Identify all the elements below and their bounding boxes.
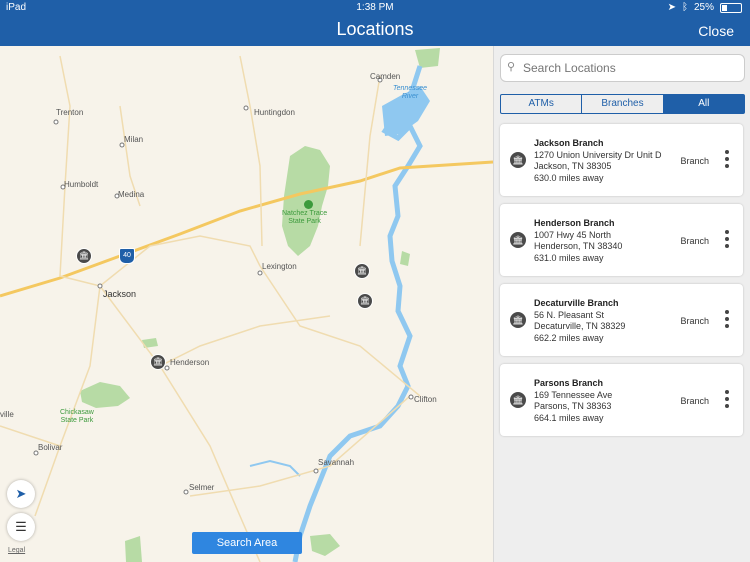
- small-park-3: [125, 536, 142, 562]
- page-title: Locations: [336, 19, 414, 39]
- location-address2: Henderson, TN 38340: [534, 241, 623, 251]
- location-address1: 1007 Hwy 45 North: [534, 230, 612, 240]
- small-park-5: [415, 48, 440, 68]
- tennessee-river: [292, 65, 423, 562]
- filter-all-tab[interactable]: All: [663, 95, 744, 113]
- map-label-chickasaw: Chickasaw State Park: [60, 409, 94, 424]
- location-address2: Parsons, TN 38363: [534, 401, 612, 411]
- location-address2: Decaturville, TN 38329: [534, 321, 626, 331]
- map-label-huntingdon: Huntingdon: [254, 108, 295, 117]
- location-type: Branch: [680, 396, 709, 406]
- map-label-medina: Medina: [118, 190, 145, 199]
- location-distance: 631.0 miles away: [534, 253, 604, 263]
- status-time: 1:38 PM: [356, 2, 394, 13]
- bank-icon: 🏛: [510, 232, 526, 248]
- location-type: Branch: [680, 236, 709, 246]
- list-icon: ☰: [15, 519, 27, 534]
- map-label-lexington: Lexington: [262, 262, 297, 271]
- location-arrow-icon: ➤: [15, 486, 27, 501]
- location-type: Branch: [680, 316, 709, 326]
- locations-panel: ⚲ ATMs Branches All 🏛 Jackson Branch 127…: [493, 46, 750, 562]
- chickasaw-park-area: [80, 382, 130, 408]
- location-address1: 169 Tennessee Ave: [534, 390, 613, 400]
- location-distance: 664.1 miles away: [534, 413, 604, 423]
- bluetooth-icon: ᛒ: [681, 2, 688, 13]
- nav-bar: Locations Close: [0, 16, 750, 46]
- map-label-natchez: Natchez Trace State Park: [282, 210, 328, 225]
- location-type: Branch: [680, 156, 709, 166]
- map-label-savannah: Savannah: [318, 458, 355, 467]
- park-marker-icon: [304, 200, 313, 209]
- location-card[interactable]: 🏛 Henderson Branch 1007 Hwy 45 North Hen…: [500, 204, 743, 276]
- location-card[interactable]: 🏛 Jackson Branch 1270 Union University D…: [500, 124, 743, 196]
- search-input[interactable]: [521, 58, 740, 78]
- more-options-icon[interactable]: [725, 390, 729, 411]
- close-button[interactable]: Close: [698, 23, 734, 39]
- search-box[interactable]: ⚲: [500, 54, 745, 82]
- map-label-humboldt: Humboldt: [64, 180, 99, 189]
- status-right: ➤ ᛒ 25%: [668, 2, 742, 13]
- map-label-tennessee-river: Tennessee River: [393, 85, 427, 100]
- location-name: Decaturville Branch: [534, 298, 619, 308]
- location-name: Jackson Branch: [534, 138, 604, 148]
- map-label-henderson: Henderson: [170, 358, 210, 367]
- current-location-button[interactable]: ➤: [7, 480, 35, 508]
- filter-branches-tab[interactable]: Branches: [582, 95, 664, 113]
- bank-icon: 🏛: [510, 312, 526, 328]
- filter-atms-tab[interactable]: ATMs: [501, 95, 583, 113]
- status-bar: iPad 1:38 PM ➤ ᛒ 25%: [0, 0, 750, 16]
- battery-percent: 25%: [693, 2, 714, 13]
- small-park-4: [310, 534, 340, 556]
- map-label-bolivar: Bolivar: [38, 443, 63, 452]
- more-options-icon[interactable]: [725, 310, 729, 331]
- interstate-shield-icon: 40: [119, 248, 135, 264]
- bank-pin-icon[interactable]: 🏛: [357, 293, 373, 309]
- location-card[interactable]: 🏛 Decaturville Branch 56 N. Pleasant St …: [500, 284, 743, 356]
- legal-link[interactable]: Legal: [8, 547, 25, 554]
- map-label-trenton: Trenton: [56, 108, 84, 117]
- river-lower: [249, 459, 301, 477]
- location-name: Henderson Branch: [534, 218, 615, 228]
- location-address2: Jackson, TN 38305: [534, 161, 612, 171]
- small-park-2: [400, 251, 410, 266]
- map-view[interactable]: Camden Tennessee River Trenton Huntingdon…: [0, 46, 493, 562]
- location-distance: 630.0 miles away: [534, 173, 604, 183]
- map-label-milan: Milan: [124, 135, 144, 144]
- search-area-button[interactable]: Search Area: [192, 532, 302, 554]
- bank-pin-icon[interactable]: 🏛: [76, 248, 92, 264]
- more-options-icon[interactable]: [725, 230, 729, 251]
- map-label-ville: ville: [0, 410, 14, 419]
- location-card[interactable]: 🏛 Parsons Branch 169 Tennessee Ave Parso…: [500, 364, 743, 436]
- small-park-1: [142, 338, 158, 348]
- location-address1: 1270 Union University Dr Unit D: [534, 150, 662, 160]
- map-label-clifton: Clifton: [414, 395, 437, 404]
- location-arrow-icon: ➤: [667, 2, 676, 13]
- bank-icon: 🏛: [510, 392, 526, 408]
- location-distance: 662.2 miles away: [534, 333, 604, 343]
- location-name: Parsons Branch: [534, 378, 604, 388]
- map-label-selmer: Selmer: [189, 483, 215, 492]
- search-icon: ⚲: [507, 61, 516, 73]
- interstate-number: 40: [123, 252, 131, 259]
- more-options-icon[interactable]: [725, 150, 729, 171]
- map-canvas: [0, 48, 493, 562]
- list-view-button[interactable]: ☰: [7, 513, 35, 541]
- bank-icon: 🏛: [510, 152, 526, 168]
- map-label-camden: Camden: [370, 72, 401, 81]
- location-address1: 56 N. Pleasant St: [534, 310, 605, 320]
- filter-segmented-control: ATMs Branches All: [500, 94, 745, 114]
- battery-icon: [720, 2, 742, 13]
- bank-pin-icon[interactable]: 🏛: [150, 354, 166, 370]
- bank-pin-icon[interactable]: 🏛: [354, 263, 370, 279]
- map-label-jackson: Jackson: [103, 289, 137, 299]
